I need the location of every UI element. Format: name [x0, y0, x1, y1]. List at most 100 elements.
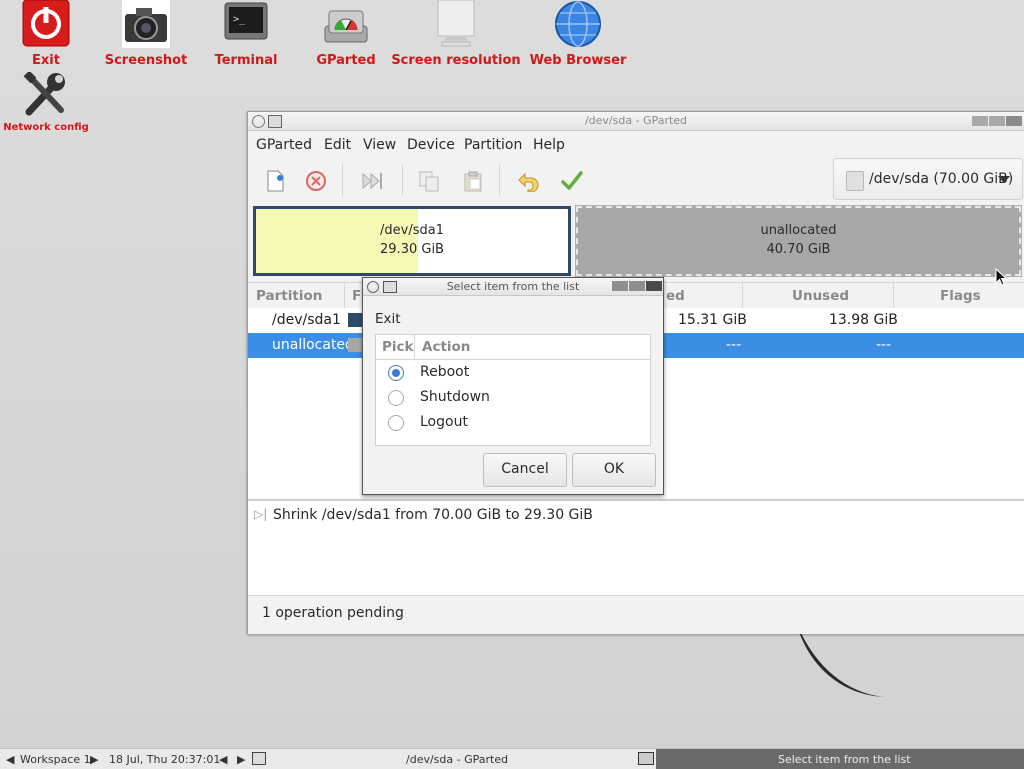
dialog-heading: Exit: [375, 311, 401, 327]
option-label: Logout: [420, 414, 468, 430]
status-text: 1 operation pending: [262, 605, 404, 621]
desktop-icon-screen-resolution[interactable]: Screen resolution: [391, 0, 521, 70]
menu-gparted[interactable]: GParted: [256, 137, 312, 153]
dialog-titlebar[interactable]: Select item from the list: [363, 278, 663, 296]
desktop-icon-network-config[interactable]: Network config: [3, 70, 89, 136]
desktop-icon-screenshot[interactable]: Screenshot: [105, 0, 187, 70]
desktop-icon-label: Screenshot: [104, 53, 188, 68]
list-item[interactable]: Logout: [376, 410, 650, 435]
menu-help[interactable]: Help: [533, 137, 565, 153]
menu-device[interactable]: Device: [407, 137, 455, 153]
tasklist-prev-icon[interactable]: ◀: [219, 753, 227, 766]
terminal-icon: >_: [224, 2, 268, 42]
svg-text:>_: >_: [233, 14, 246, 25]
copy-icon[interactable]: [416, 168, 442, 194]
desktop-icon-label: Web Browser: [529, 53, 627, 68]
close-button[interactable]: [646, 281, 662, 291]
partition-graphic: /dev/sda1 29.30 GiB unallocated 40.70 Gi…: [253, 205, 1022, 277]
new-partition-icon[interactable]: [262, 168, 288, 194]
desktop-icon-label: GParted: [316, 53, 376, 68]
clock: 18 Jul, Thu 20:37:01: [109, 753, 221, 766]
pending-operations-pane: ▷| Shrink /dev/sda1 from 70.00 GiB to 29…: [248, 499, 1024, 595]
column-header-action[interactable]: Action: [422, 339, 470, 355]
mouse-cursor-icon: [995, 268, 1007, 286]
menu-view[interactable]: View: [363, 137, 396, 153]
menubar: GParted Edit View Device Partition Help: [248, 131, 1024, 157]
desktop-icon-label: Network config: [3, 122, 89, 133]
list-item[interactable]: Reboot: [376, 360, 650, 385]
toolbar-separator: [402, 164, 403, 196]
monitor-icon: [434, 0, 478, 48]
delete-icon[interactable]: [303, 168, 329, 194]
list-item[interactable]: Shutdown: [376, 385, 650, 410]
maximize-button[interactable]: [989, 116, 1005, 126]
task-app-icon: [638, 752, 654, 765]
partition-block-name: /dev/sda1: [380, 223, 444, 238]
desktop-icon-gparted[interactable]: GParted: [316, 0, 376, 70]
taskbar: ◀ Workspace 1 ▶ 18 Jul, Thu 20:37:01 ◀ ▶…: [0, 748, 1024, 769]
gparted-icon: [323, 8, 369, 44]
filesystem-color-swatch: [348, 338, 362, 352]
tasklist-next-icon[interactable]: ▶: [237, 753, 245, 766]
power-icon: [22, 0, 70, 48]
ok-button[interactable]: OK: [572, 453, 656, 487]
desktop-icon-label: Exit: [32, 53, 60, 68]
option-label: Shutdown: [420, 389, 490, 405]
desktop-swirl-decoration: [798, 629, 885, 697]
partition-block-size: 40.70 GiB: [766, 242, 831, 257]
cancel-button[interactable]: Cancel: [483, 453, 567, 487]
menu-edit[interactable]: Edit: [324, 137, 351, 153]
reboot-radio[interactable]: [388, 365, 404, 381]
task-app-icon: [252, 752, 266, 765]
workspace-label[interactable]: Workspace 1: [20, 753, 91, 766]
device-selector[interactable]: /dev/sda (70.00 GiB): [833, 158, 1023, 200]
paste-icon[interactable]: [460, 168, 486, 194]
partition-block-sda1[interactable]: /dev/sda1 29.30 GiB: [253, 206, 571, 276]
window-title: /dev/sda - GParted: [584, 114, 688, 127]
partition-block-unallocated[interactable]: unallocated 40.70 GiB: [575, 205, 1022, 277]
desktop-icon-label: Terminal: [214, 53, 278, 68]
chevron-down-icon: [998, 176, 1010, 183]
logout-radio[interactable]: [388, 415, 404, 431]
column-header-used[interactable]: ed: [666, 288, 685, 304]
cell-used: 15.31 GiB: [678, 312, 747, 328]
partition-block-name: unallocated: [760, 223, 837, 238]
partition-block-size: 29.30 GiB: [380, 242, 444, 257]
column-header-unused[interactable]: Unused: [792, 288, 849, 304]
minimize-button[interactable]: [972, 116, 988, 126]
minimize-button[interactable]: [612, 281, 628, 291]
desktop-icon-web-browser[interactable]: Web Browser: [530, 0, 626, 70]
window-titlebar[interactable]: /dev/sda - GParted: [248, 112, 1024, 131]
operation-item[interactable]: Shrink /dev/sda1 from 70.00 GiB to 29.30…: [273, 507, 593, 523]
select-item-dialog[interactable]: Select item from the list Exit Pick Acti…: [362, 277, 664, 495]
apply-icon[interactable]: [559, 168, 585, 194]
menu-partition[interactable]: Partition: [464, 137, 522, 153]
cell-unused: 13.98 GiB: [829, 312, 898, 328]
desktop-icon-exit[interactable]: Exit: [20, 0, 72, 70]
column-header-partition[interactable]: Partition: [256, 288, 322, 304]
globe-icon: [554, 0, 602, 48]
shutdown-radio[interactable]: [388, 390, 404, 406]
resize-move-icon: ▷|: [254, 507, 268, 521]
maximize-button[interactable]: [629, 281, 645, 291]
filesystem-color-swatch: [348, 313, 362, 327]
option-label: Reboot: [420, 364, 470, 380]
task-gparted[interactable]: /dev/sda - GParted: [406, 753, 508, 766]
desktop-icon-terminal[interactable]: >_ Terminal: [215, 0, 277, 70]
column-header-pick[interactable]: Pick: [382, 339, 414, 355]
workspace-next-icon[interactable]: ▶: [90, 753, 98, 766]
action-list: Pick Action Reboot Shutdown Logout: [375, 334, 651, 446]
resize-move-icon[interactable]: [359, 168, 385, 194]
camera-icon: [122, 0, 170, 48]
undo-icon[interactable]: [516, 168, 542, 194]
cell-unused: ---: [876, 337, 892, 353]
task-select-item[interactable]: Select item from the list: [778, 753, 911, 766]
desktop-icon-label: Screen resolution: [391, 53, 521, 68]
workspace-prev-icon[interactable]: ◀: [6, 753, 14, 766]
column-header-flags[interactable]: Flags: [940, 288, 981, 304]
toolbar-separator: [342, 164, 343, 196]
used-space-fill: [256, 209, 419, 273]
disk-icon: [846, 171, 864, 191]
close-button[interactable]: [1006, 116, 1022, 126]
task-active[interactable]: Select item from the list: [638, 749, 1024, 769]
